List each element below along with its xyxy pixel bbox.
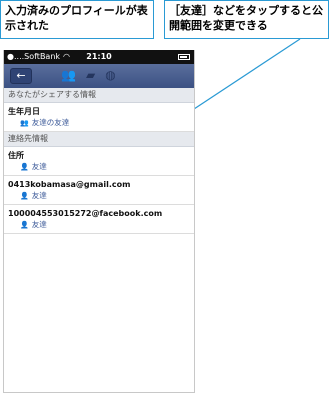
audience-selector[interactable]: 👥 友達の友達	[8, 118, 190, 128]
field-label: 生年月日	[8, 107, 40, 116]
back-button[interactable]: ←	[10, 68, 32, 84]
clock-label: 21:10	[86, 52, 112, 61]
audience-link[interactable]: 友達	[32, 162, 47, 172]
audience-selector[interactable]: 👤 友達	[8, 191, 190, 201]
field-address: 住所 👤 友達	[4, 147, 194, 176]
audience-selector[interactable]: 👤 友達	[8, 162, 190, 172]
field-label: 100004553015272@facebook.com	[8, 209, 163, 218]
globe-icon[interactable]: ◍	[105, 68, 115, 82]
audience-link[interactable]: 友達	[32, 191, 47, 201]
messages-icon[interactable]: ▰	[86, 68, 95, 82]
callout-profile-shown: 入力済みのプロフィールが表示された	[0, 0, 154, 39]
section-header-shared-info: あなたがシェアする情報	[4, 88, 194, 103]
people-icon: 👤	[20, 221, 29, 229]
audience-selector[interactable]: 👤 友達	[8, 220, 190, 230]
battery-icon	[178, 54, 190, 60]
field-label: 住所	[8, 151, 24, 160]
field-label: 0413kobamasa@gmail.com	[8, 180, 131, 189]
friends-icon[interactable]: 👥	[61, 68, 76, 82]
field-facebook-email: 100004553015272@facebook.com 👤 友達	[4, 205, 194, 234]
people-icon: 👤	[20, 163, 29, 171]
nav-bar: ← 👥 ▰ ◍	[4, 64, 194, 88]
people-icon: 👥	[20, 119, 29, 127]
section-header-contact-info: 連絡先情報	[4, 132, 194, 147]
audience-link[interactable]: 友達の友達	[32, 118, 70, 128]
audience-link[interactable]: 友達	[32, 220, 47, 230]
field-birthday: 生年月日 👥 友達の友達	[4, 103, 194, 132]
people-icon: 👤	[20, 192, 29, 200]
phone-screen: ●....SoftBank ◠ 21:10 ← 👥 ▰ ◍ あなたがシェアする情…	[3, 50, 195, 393]
status-bar: ●....SoftBank ◠ 21:10	[4, 50, 194, 64]
field-email: 0413kobamasa@gmail.com 👤 友達	[4, 176, 194, 205]
callout-tap-audience: ［友達］などをタップすると公開範囲を変更できる	[164, 0, 329, 39]
